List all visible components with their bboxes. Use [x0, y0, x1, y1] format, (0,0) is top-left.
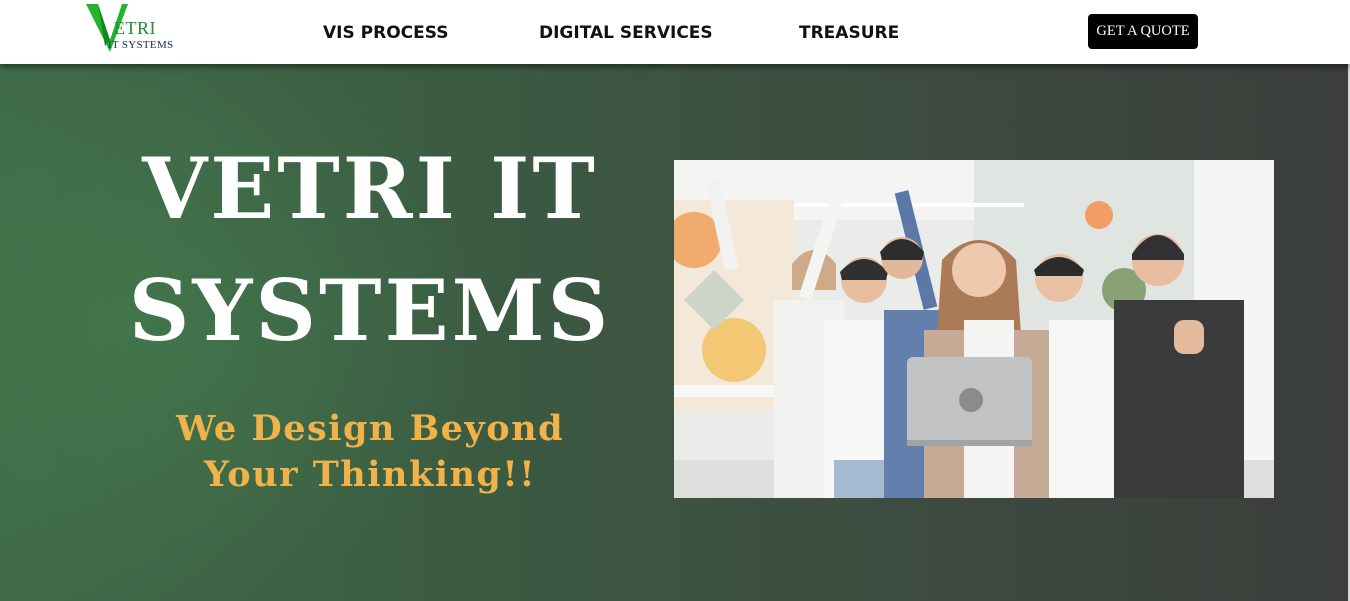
tagline-line-2: Your Thinking!! [203, 454, 537, 495]
nav-digital-services[interactable]: DIGITAL SERVICES [539, 23, 713, 43]
hero-title-line-2: SYSTEMS [128, 261, 612, 360]
top-navigation-bar: ETRI IT SYSTEMS VIS PROCESS DIGITAL SERV… [0, 0, 1350, 64]
hero-title-line-1: VETRI IT [142, 139, 598, 238]
nav-treasure[interactable]: TREASURE [799, 23, 899, 43]
get-a-quote-button[interactable]: GET A QUOTE [1088, 14, 1198, 49]
hero-tagline: We Design Beyond Your Thinking!! [150, 406, 590, 498]
logo-wordmark: ETRI [114, 18, 156, 38]
hero-title: VETRI IT SYSTEMS [60, 128, 680, 372]
logo-subtitle: IT SYSTEMS [108, 39, 174, 51]
vetri-logo[interactable]: ETRI IT SYSTEMS [84, 2, 204, 58]
nav-vis-process[interactable]: VIS PROCESS [323, 23, 448, 43]
team-celebration-photo [674, 160, 1274, 498]
tagline-line-1: We Design Beyond [175, 408, 565, 449]
